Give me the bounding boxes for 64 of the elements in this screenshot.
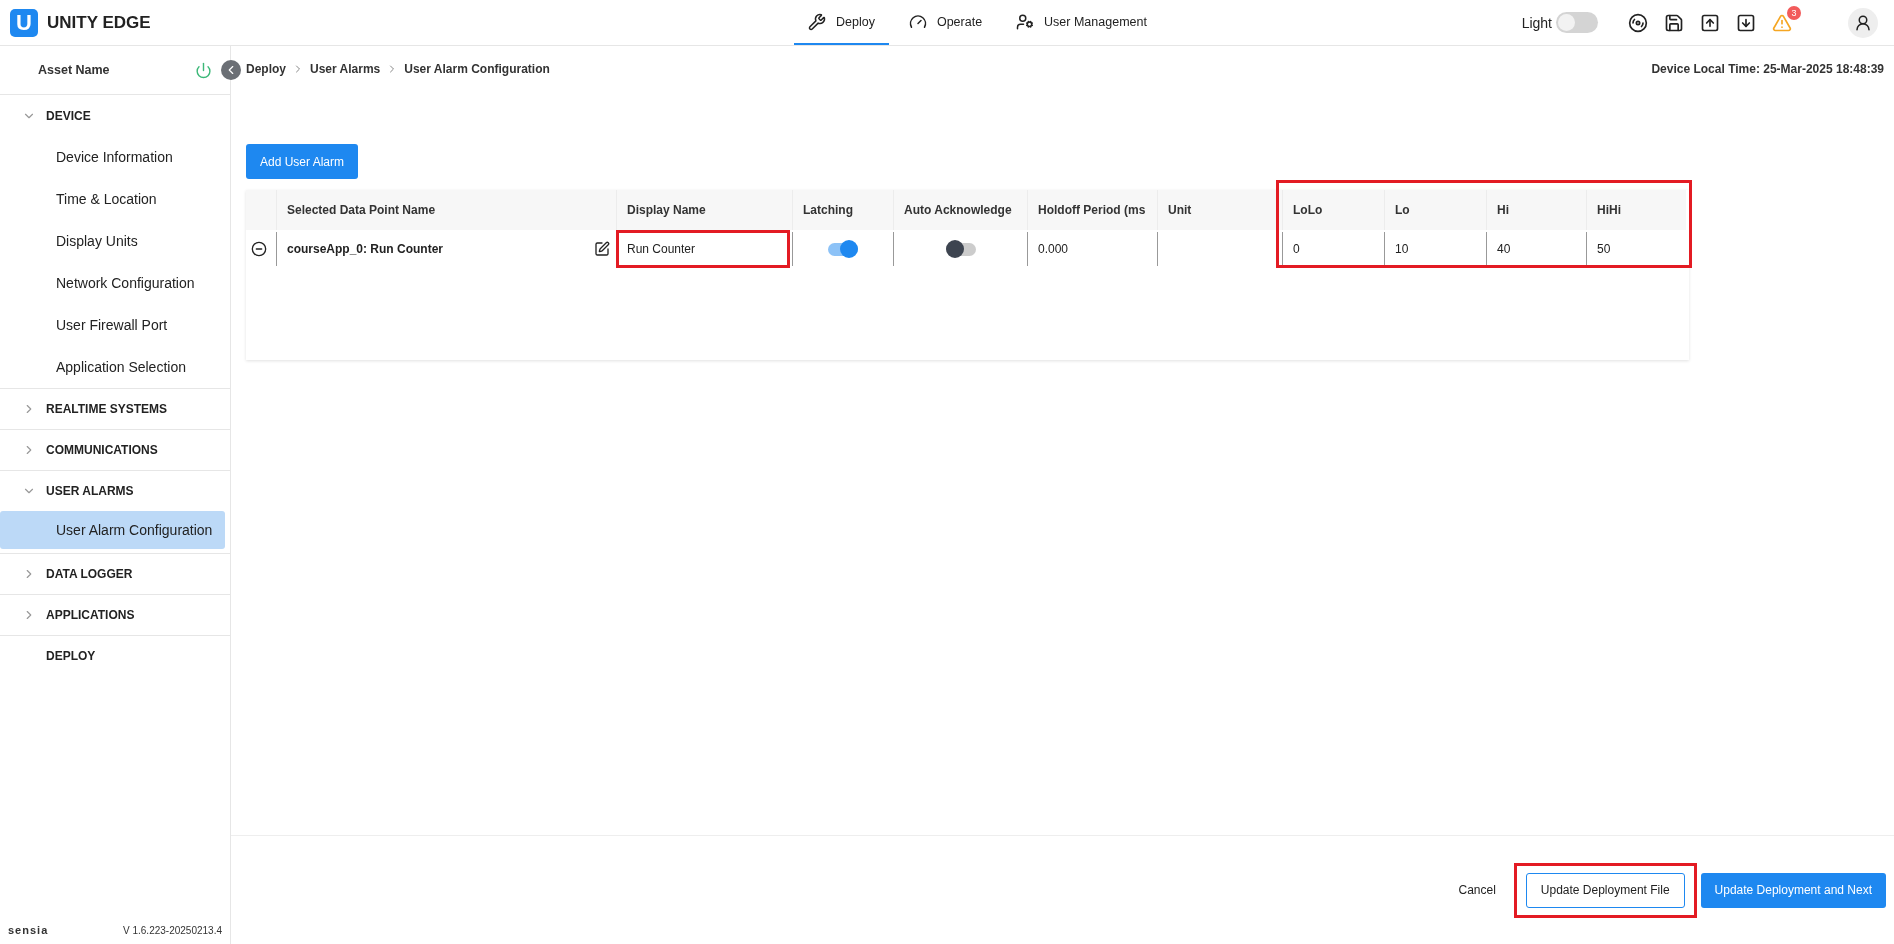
sidebar-item[interactable]: Time & Location: [0, 178, 225, 220]
user-icon: [1854, 13, 1872, 32]
save-icon[interactable]: [1664, 12, 1684, 33]
theme-label: Light: [1521, 14, 1552, 31]
sidebar-item[interactable]: Application Selection: [0, 346, 225, 388]
user-avatar[interactable]: [1848, 7, 1878, 38]
column-header: Auto Acknowledge: [893, 190, 1027, 230]
auto-acknowledge-toggle[interactable]: [945, 242, 976, 256]
sidebar-item[interactable]: Device Information: [0, 136, 225, 178]
nav-tab[interactable]: Operate: [894, 0, 997, 45]
breadcrumb-link[interactable]: User Alarm Configuration: [404, 62, 550, 76]
app-logo: U: [10, 8, 38, 37]
holdoff-field[interactable]: 0.000: [1027, 232, 1157, 266]
collapse-button[interactable]: [221, 60, 241, 80]
edit-icon[interactable]: [594, 241, 610, 257]
download-icon[interactable]: [1736, 12, 1756, 33]
sidebar-item[interactable]: Network Configuration: [0, 262, 225, 304]
column-header: Holdoff Period (ms: [1027, 190, 1157, 230]
alarm-count-badge: 3: [1787, 5, 1801, 20]
remove-icon[interactable]: [251, 241, 267, 257]
sidebar-item[interactable]: Display Units: [0, 220, 225, 262]
wrench-icon: [808, 12, 826, 31]
breadcrumb-link[interactable]: User Alarms: [310, 62, 381, 76]
add-alarm-button[interactable]: Add User Alarm: [246, 144, 359, 179]
column-header: Latching: [792, 190, 893, 230]
column-header: Unit: [1157, 190, 1282, 230]
sidebar-section[interactable]: DATA LOGGER: [0, 553, 230, 594]
sidebar-section[interactable]: REALTIME SYSTEMS: [0, 388, 230, 429]
latching-toggle[interactable]: [828, 242, 858, 256]
upload-icon[interactable]: [1700, 12, 1720, 33]
cancel-button[interactable]: Cancel: [1444, 872, 1510, 908]
sidebar-section[interactable]: APPLICATIONS: [0, 594, 230, 635]
device-time: Device Local Time: 25-Mar-2025 18:48:39: [1651, 62, 1884, 76]
column-header: Selected Data Point Name: [276, 190, 616, 230]
disc-icon[interactable]: [1628, 12, 1648, 33]
gauge-icon: [908, 12, 927, 31]
column-header: Display Name: [616, 190, 792, 230]
breadcrumb-link[interactable]: Deploy: [246, 62, 286, 76]
column-header: Lo: [1384, 190, 1486, 230]
theme-toggle[interactable]: [1556, 12, 1598, 33]
footer-button[interactable]: Update Deployment and Next: [1700, 872, 1886, 908]
column-header: LoLo: [1282, 190, 1384, 230]
nav-tab[interactable]: User Management: [1002, 0, 1161, 45]
column-header: HiHi: [1586, 190, 1686, 230]
column-header: Hi: [1486, 190, 1586, 230]
threshold-field[interactable]: 0: [1282, 232, 1384, 266]
table-cell: courseApp_0: Run Counter: [287, 242, 443, 256]
footer-button[interactable]: Update Deployment File: [1525, 872, 1685, 908]
sidebar-section[interactable]: DEPLOY: [0, 635, 230, 676]
user-gear-icon: [1016, 12, 1035, 31]
sidebar-section[interactable]: DEVICE: [0, 95, 230, 136]
nav-tab[interactable]: Deploy: [794, 0, 889, 45]
threshold-field[interactable]: 40: [1486, 232, 1586, 266]
brand-logo: sensia: [8, 924, 49, 936]
sidebar-item[interactable]: User Firewall Port: [0, 304, 225, 346]
version-text: V 1.6.223-20250213.4: [123, 924, 222, 936]
threshold-field[interactable]: 10: [1384, 232, 1486, 266]
warning-icon[interactable]: [1772, 12, 1792, 33]
app-title: UNITY EDGE: [47, 12, 152, 33]
asset-name: Asset Name: [38, 63, 111, 77]
threshold-field[interactable]: 50: [1586, 232, 1686, 266]
display-name-field[interactable]: Run Counter: [616, 232, 792, 266]
sidebar-item[interactable]: User Alarm Configuration: [0, 511, 225, 549]
sidebar-section[interactable]: COMMUNICATIONS: [0, 429, 230, 470]
